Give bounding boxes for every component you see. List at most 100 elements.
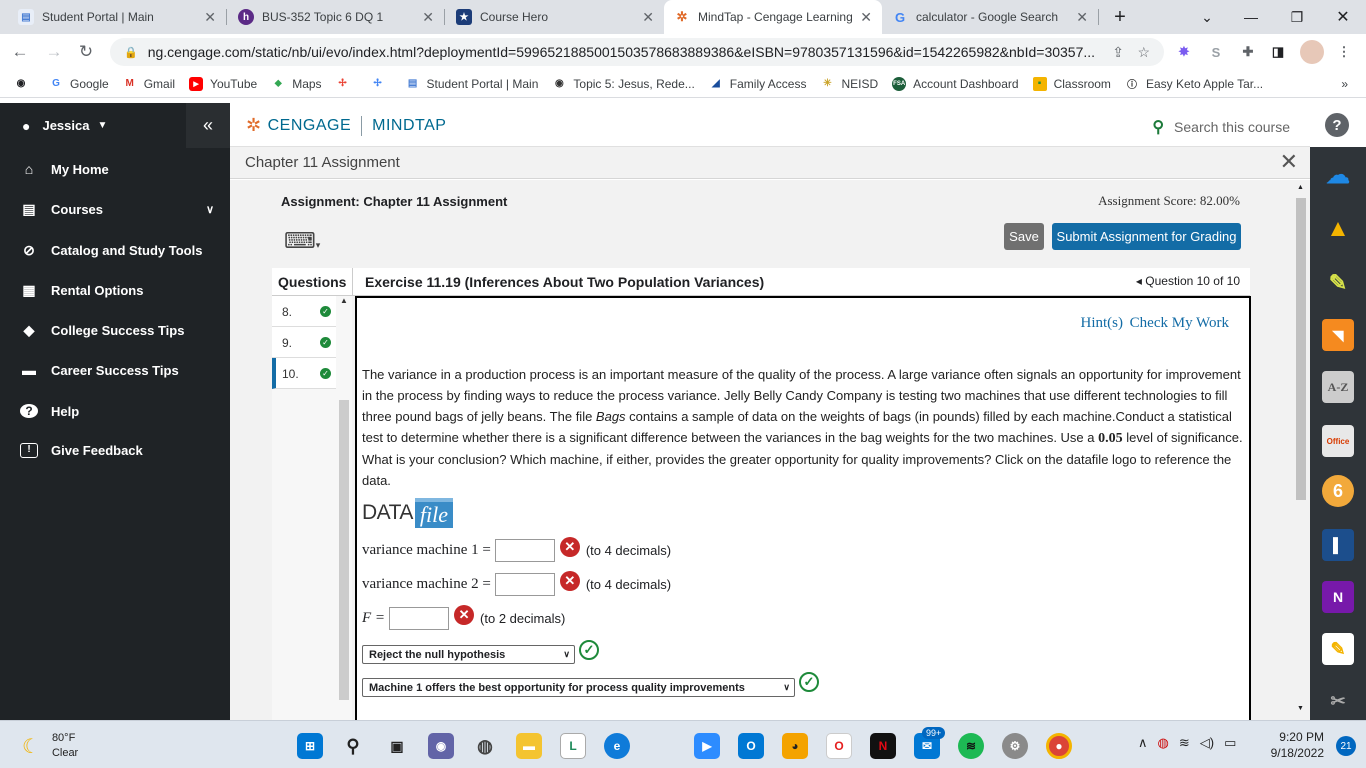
chrome-icon[interactable]: ● — [1046, 733, 1072, 759]
minimize-icon[interactable]: — — [1228, 0, 1274, 34]
bookmark-student-portal[interactable]: ▤ Student Portal | Main — [406, 77, 539, 91]
tab-mindtap[interactable]: ✲ MindTap - Cengage Learning ✕ — [664, 0, 882, 34]
spotify-icon[interactable]: ≋ — [958, 733, 984, 759]
question-nav[interactable]: ◂ Question 10 of 10 — [1136, 274, 1240, 288]
extension-icon[interactable]: ✸ — [1174, 42, 1194, 62]
tab-search-icon[interactable]: ⌄ — [1184, 0, 1230, 34]
edge-icon[interactable]: e — [604, 733, 630, 759]
question-item-9[interactable]: 9. ✓ — [272, 327, 336, 358]
teams-chat-icon[interactable]: ◉ — [428, 733, 454, 759]
submit-button[interactable]: Submit Assignment for Grading — [1052, 223, 1241, 250]
close-tab-icon[interactable]: ✕ — [642, 9, 654, 26]
notes-icon[interactable]: ✎ — [1322, 633, 1354, 665]
check-my-work-link[interactable]: Check My Work — [1130, 315, 1229, 332]
battery-icon[interactable]: ▭ — [1224, 735, 1236, 751]
back-icon[interactable]: ← — [6, 34, 34, 70]
reload-icon[interactable]: ↻ — [72, 34, 100, 70]
pencil-icon[interactable]: ✎ — [1322, 267, 1354, 299]
f-statistic-input[interactable] — [389, 607, 450, 630]
bookmark-pinwheel-2[interactable]: ✢ — [371, 77, 392, 91]
close-tab-icon[interactable]: ✕ — [1076, 9, 1088, 26]
close-tab-icon[interactable]: ✕ — [422, 9, 434, 26]
close-tab-icon[interactable]: ✕ — [204, 9, 216, 26]
globe-icon[interactable]: ◍ — [472, 733, 498, 759]
question-item-8[interactable]: 8. ✓ — [272, 296, 336, 327]
save-button[interactable]: Save — [1004, 223, 1044, 250]
restore-icon[interactable]: ❐ — [1274, 0, 1320, 34]
volume-icon[interactable]: ◁) — [1200, 735, 1214, 751]
sidebar-item-feedback[interactable]: ! Give Feedback — [0, 430, 230, 470]
game-icon[interactable]: ◕ — [782, 733, 808, 759]
security-icon[interactable]: ◍ — [1158, 735, 1169, 751]
launcher-icon[interactable]: L — [560, 733, 586, 759]
settings-icon[interactable]: ⚙ — [1002, 733, 1028, 759]
sidebar-item-catalog[interactable]: ⊘ Catalog and Study Tools — [0, 230, 230, 270]
notification-badge[interactable]: 21 — [1336, 736, 1356, 756]
bookmark-topic-5[interactable]: ◉ Topic 5: Jesus, Rede... — [552, 77, 695, 91]
apps-icon[interactable]: ◉ — [14, 77, 35, 91]
scroll-thumb[interactable] — [339, 400, 349, 700]
tab-course-hero[interactable]: ★ Course Hero ✕ — [446, 0, 664, 34]
course-search[interactable]: ⚲ Search this course — [1152, 117, 1290, 137]
page-scrollbar[interactable]: ▲ ▼ — [1294, 184, 1308, 714]
tools-icon[interactable]: ✂ — [1322, 685, 1354, 717]
close-tab-icon[interactable]: ✕ — [860, 9, 872, 26]
question-item-10[interactable]: 10. ✓ — [272, 358, 336, 389]
bookmark-gmail[interactable]: M Gmail — [123, 77, 176, 91]
onenote-icon[interactable]: N — [1322, 581, 1354, 613]
office-icon[interactable]: Office — [1322, 425, 1354, 457]
more-bookmarks-icon[interactable]: » — [1341, 77, 1348, 91]
variance-machine-1-input[interactable] — [494, 539, 555, 562]
a-z-icon[interactable]: A-Z — [1322, 371, 1354, 403]
keyboard-icon[interactable]: ⌨▾ — [284, 228, 320, 254]
new-tab-button[interactable]: + — [1100, 0, 1140, 34]
scroll-down-icon[interactable]: ▼ — [1297, 705, 1304, 712]
cengage-mindtap-logo[interactable]: ✲ CENGAGE MINDTAP — [246, 115, 446, 136]
collapse-sidebar-button[interactable]: « — [186, 103, 230, 148]
windows-start-icon[interactable]: ⊞ — [297, 733, 323, 759]
sidebar-item-help[interactable]: ? Help — [0, 391, 230, 431]
google-drive-icon[interactable]: ▲ — [1322, 213, 1354, 245]
question-list-scrollbar[interactable]: ▲ — [338, 296, 350, 720]
notebook-icon[interactable]: ▌ — [1322, 529, 1354, 561]
scroll-up-icon[interactable]: ▲ — [340, 296, 348, 305]
share-icon[interactable]: ⇪ — [1112, 44, 1124, 61]
scroll-thumb[interactable] — [1296, 198, 1306, 500]
conclusion-select[interactable]: Reject the null hypothesis ∨ — [362, 645, 575, 664]
bookmark-pinwheel-1[interactable]: ✢ — [336, 77, 357, 91]
url-field[interactable]: 🔒 ng.cengage.com/static/nb/ui/evo/index.… — [110, 38, 1164, 66]
scroll-up-icon[interactable]: ▲ — [1297, 184, 1304, 191]
bookmark-youtube[interactable]: ▶ YouTube — [189, 76, 257, 91]
close-window-icon[interactable]: ✕ — [1320, 0, 1366, 34]
sidebar-item-my-home[interactable]: ⌂ My Home — [0, 149, 230, 189]
onedrive-icon[interactable]: ☁ — [1322, 159, 1354, 191]
hint-link[interactable]: Hint(s) — [1081, 315, 1124, 332]
tab-student-portal[interactable]: ▤ Student Portal | Main ✕ — [8, 0, 226, 34]
rss-icon[interactable]: ◥ — [1322, 319, 1354, 351]
bookmark-account-dashboard[interactable]: FSA Account Dashboard — [892, 76, 1019, 91]
outlook-icon[interactable]: O — [738, 733, 764, 759]
bookmark-family-access[interactable]: ◢ Family Access — [709, 77, 807, 91]
task-view-icon[interactable]: ▣ — [384, 733, 410, 759]
forward-icon[interactable]: → — [40, 34, 68, 70]
machine-select[interactable]: Machine 1 offers the best opportunity fo… — [362, 678, 795, 697]
extension-s-icon[interactable]: S — [1206, 42, 1226, 62]
office-app-icon[interactable]: O — [826, 733, 852, 759]
sidebar-item-rental[interactable]: ▦ Rental Options — [0, 270, 230, 310]
wifi-icon[interactable]: ≋ — [1179, 735, 1190, 751]
close-icon[interactable]: ✕ — [1280, 149, 1298, 175]
zoom-icon[interactable]: ▶ — [694, 733, 720, 759]
clock[interactable]: 9:20 PM 9/18/2022 — [1271, 729, 1324, 761]
chevron-up-icon[interactable]: ∧ — [1138, 735, 1148, 751]
search-icon[interactable]: ⚲ — [340, 733, 366, 759]
bookmark-google[interactable]: G Google — [49, 77, 109, 91]
weather-widget[interactable]: ☾ 80°F Clear — [22, 731, 78, 761]
variance-machine-2-input[interactable] — [494, 573, 555, 596]
six-icon[interactable]: 6 — [1322, 475, 1354, 507]
sidebar-item-college-tips[interactable]: ◆ College Success Tips — [0, 310, 230, 350]
help-button[interactable]: ? — [1325, 113, 1349, 137]
menu-icon[interactable]: ⋮ — [1334, 42, 1354, 62]
sidebar-item-courses[interactable]: ▤ Courses ∨ — [0, 189, 230, 229]
bookmark-classroom[interactable]: ▪ Classroom — [1032, 76, 1111, 91]
sidebar-item-career-tips[interactable]: ▬ Career Success Tips — [0, 350, 230, 390]
